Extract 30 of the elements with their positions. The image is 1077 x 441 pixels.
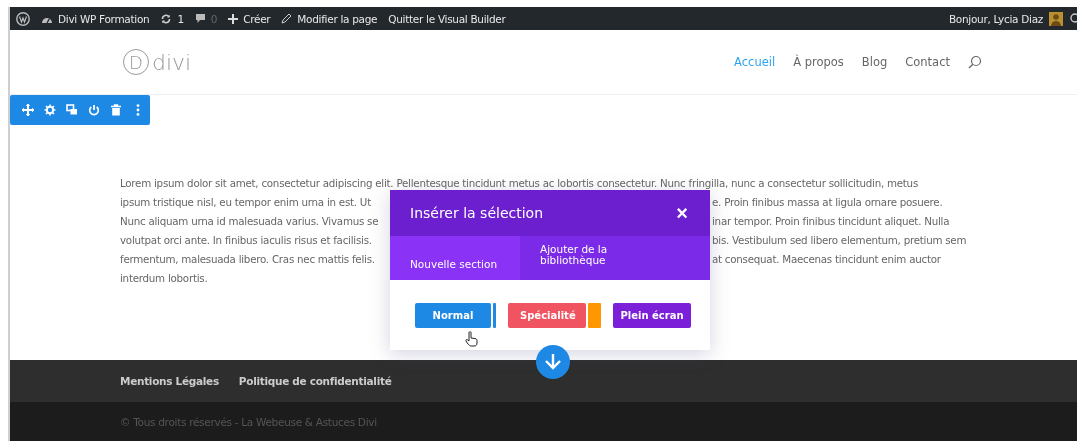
nav-link[interactable]: Blog [861,55,888,69]
count-label: 1 [177,12,184,25]
dialog-tab[interactable]: Nouvelle section [390,236,520,280]
admin-bar-link[interactable]: Divi WP Formation [58,12,150,25]
body-text-line: e. Proin finibus massa at ligula ornare posuere. [712,195,943,210]
body-text-line: interdum lobortis. [120,271,208,286]
section-type-button[interactable]: Normal [415,303,491,328]
admin-bar-link[interactable]: Quitter le Visual Builder [388,12,506,25]
body-text-line: Nunc aliquam urna id malesuada varius. Vivamus se [120,214,380,229]
admin-bar-link[interactable]: Modifier la page [297,12,378,25]
dialog-tab[interactable]: Ajouter de la bibliothèque [520,236,640,280]
nav-link[interactable]: Contact [905,55,950,69]
body-text-line: bis. Vestibulum sed libero elementum, pretium sem [712,233,967,248]
copyright-text: © Tous droits réservés - La Webeuse & Astuces Divi [120,415,377,428]
body-text-line: at consequat. Maecenas tincidunt enim auctor [712,252,941,267]
body-text-line: Lorem ipsum dolor sit amet, consectetur adipiscing elit. Pellentesque tincidunt metus ac lobortis consectetur. Nunc fringilla, nunc a consectetur sollicitudin, metus [120,176,918,191]
body-text-line: fermentum, malesuada libero. Cras nec mattis felis. [120,252,376,267]
body-text-line: ipsum tristique nisl, eu tempor enim urna in est. Ut [120,195,372,210]
body-text-line: inar tempor. Proin finibus tincidunt aliquet. Nulla [712,214,950,229]
close-button[interactable]: × [676,203,688,223]
footer-link[interactable]: Politique de confidentialité [238,375,392,387]
user-greeting[interactable]: Bonjour, Lycia Diaz [948,12,1043,25]
count-label: 0 [210,12,218,25]
section-type-button[interactable]: Plein écran [613,303,691,328]
footer-link[interactable]: Mentions Légales [120,375,219,387]
nav-link[interactable]: À propos [793,55,844,69]
dialog-title: Insérer la sélection [410,205,544,221]
admin-bar-link[interactable]: Créer [243,12,271,25]
section-type-button[interactable]: Spécialité [508,303,586,328]
body-text-line: volutpat orci ante. In finibus iaculis risus et facilisis. [120,233,373,248]
